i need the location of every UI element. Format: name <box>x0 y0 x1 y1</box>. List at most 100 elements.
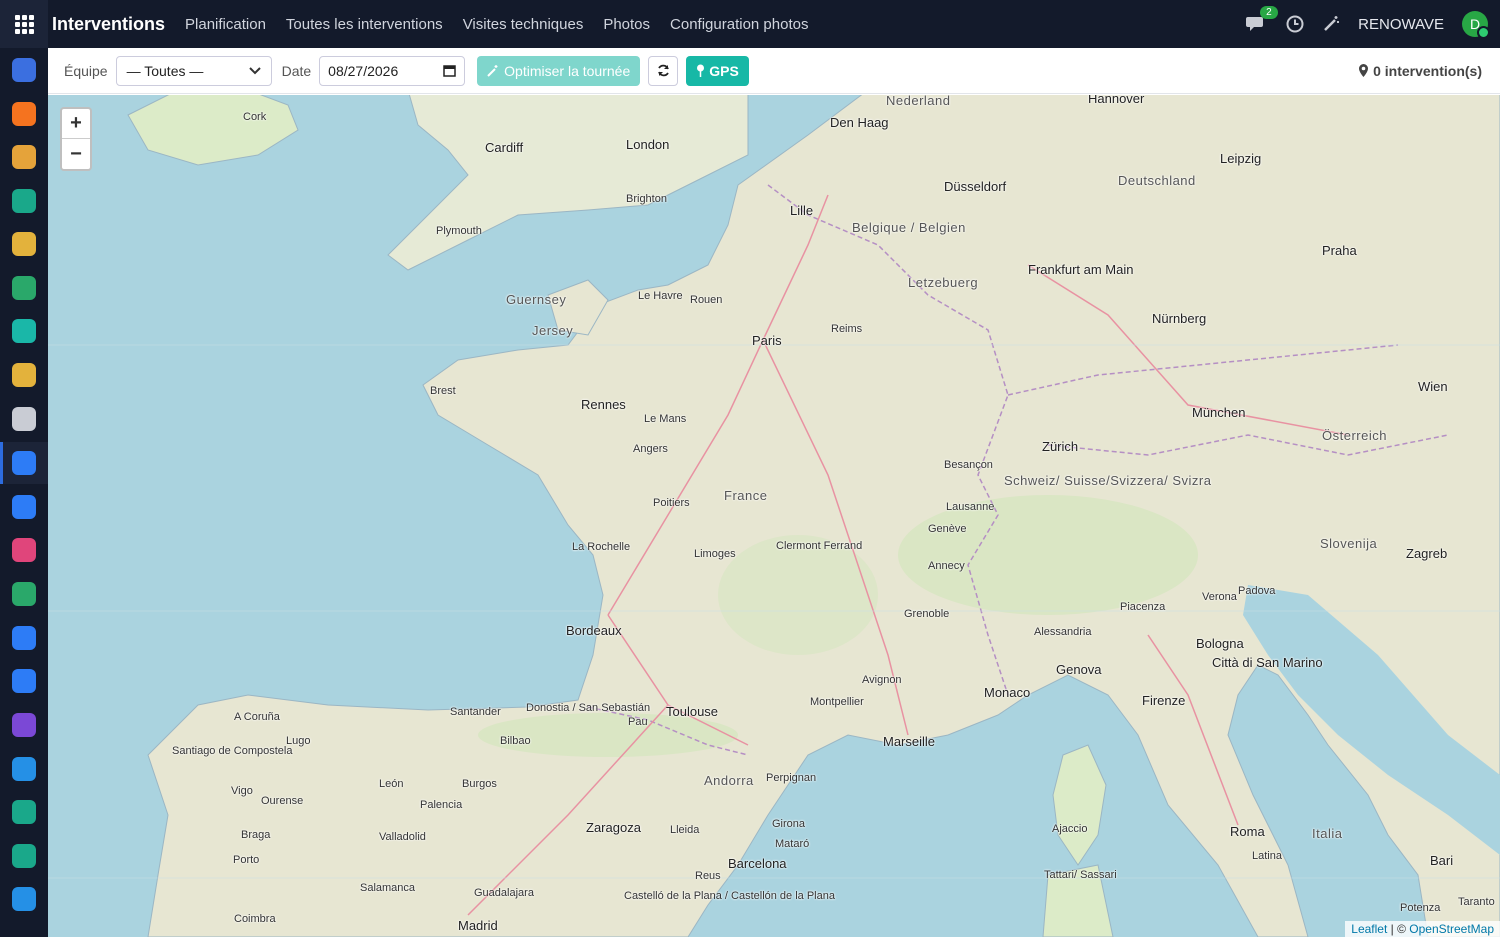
app-icon-2[interactable] <box>12 102 36 126</box>
calendar-icon[interactable] <box>12 495 36 519</box>
map-place-label: Rouen <box>690 294 723 306</box>
map-attribution: Leaflet | © OpenStreetMap <box>1345 921 1500 937</box>
optimize-route-button[interactable]: Optimiser la tournée <box>477 55 641 86</box>
gps-button[interactable]: GPS <box>686 55 749 86</box>
attribution-separator: | © <box>1387 922 1410 936</box>
map-place-label: Düsseldorf <box>944 179 1007 194</box>
map-background <box>48 95 1500 937</box>
map-place-label: Marseille <box>883 734 936 749</box>
map-place-label: Bilbao <box>500 735 531 747</box>
map-place-label: Nederland <box>886 95 951 108</box>
coin-icon[interactable] <box>12 232 36 256</box>
map-place-label: Tattari/ Sassari <box>1044 869 1117 881</box>
dashboard-icon[interactable] <box>12 538 36 562</box>
nav-photos[interactable]: Photos <box>603 16 650 33</box>
map-place-label: Santiago de Compostela <box>172 745 293 757</box>
calendar-31-icon[interactable] <box>12 145 36 169</box>
map-place-label: Potenza <box>1400 902 1441 914</box>
intervention-count-label: 0 intervention(s) <box>1373 62 1482 79</box>
magic-wand-icon[interactable] <box>1322 15 1340 33</box>
magic-wand-icon <box>487 64 498 77</box>
app-title[interactable]: Interventions <box>52 14 165 35</box>
map-place-label: Barcelona <box>728 856 787 871</box>
app-icon-16[interactable] <box>12 713 36 737</box>
app-icon-7[interactable] <box>12 319 36 343</box>
coin-icon-2[interactable] <box>12 363 36 387</box>
map-place-label: Firenze <box>1142 693 1186 708</box>
calendar-picker-icon[interactable] <box>443 64 456 77</box>
app-icon-18[interactable] <box>12 800 36 824</box>
map-place-label: Brighton <box>626 193 667 205</box>
app-icon-20[interactable] <box>12 887 36 911</box>
app-icon-13[interactable] <box>12 582 36 606</box>
map-place-label: Mataró <box>775 838 810 850</box>
map-place-label: Angers <box>633 443 668 455</box>
map-place-label: Bordeaux <box>566 623 622 638</box>
map-place-label: Letzebuerg <box>908 275 979 290</box>
land-great-britain <box>387 95 749 271</box>
zoom-in-button[interactable]: + <box>62 109 90 139</box>
map-place-label: Limoges <box>694 548 736 560</box>
map-place-label: Praha <box>1322 243 1357 258</box>
user-avatar[interactable]: D <box>1462 11 1490 39</box>
intervention-count: 0 intervention(s) <box>1359 63 1482 79</box>
map-place-label: Burgos <box>462 778 497 790</box>
clock-icon[interactable] <box>1286 15 1304 33</box>
map-place-label: Santander <box>450 706 501 718</box>
map-place-label: Zürich <box>1042 439 1079 454</box>
leaflet-link[interactable]: Leaflet <box>1351 922 1387 936</box>
nav-configuration-photos[interactable]: Configuration photos <box>670 16 808 33</box>
map-place-label: Leipzig <box>1220 151 1262 166</box>
map-place-label: Bologna <box>1196 636 1244 651</box>
map-place-label: Palencia <box>420 799 463 811</box>
nav-toutes-interventions[interactable]: Toutes les interventions <box>286 16 443 33</box>
date-input[interactable]: 08/27/2026 <box>319 55 466 86</box>
map-place-label: Padova <box>1238 585 1276 597</box>
map-place-label: Nürnberg <box>1152 311 1207 326</box>
map-place-label: Roma <box>1230 824 1265 839</box>
map-place-label: Plymouth <box>436 225 482 237</box>
interventions-icon[interactable] <box>12 451 36 475</box>
zoom-out-button[interactable]: − <box>62 139 90 169</box>
map-place-label: Cork <box>243 111 267 123</box>
refresh-button[interactable] <box>648 55 679 86</box>
app-icon-15[interactable] <box>12 669 36 693</box>
map-place-label: Pau <box>628 716 648 728</box>
map-place-label: Lleida <box>670 824 700 836</box>
map-place-label: Montpellier <box>810 696 864 708</box>
app-icon-19[interactable] <box>12 844 36 868</box>
map-place-label: Cardiff <box>485 140 524 155</box>
team-select-value: — Toutes — <box>126 62 204 79</box>
team-label: Équipe <box>64 62 108 79</box>
map-place-label: Zaragoza <box>586 820 641 835</box>
openstreetmap-link[interactable]: OpenStreetMap <box>1409 922 1494 936</box>
map-place-label: München <box>1192 405 1246 420</box>
map-place-label: Ourense <box>261 795 304 807</box>
app-icon-1[interactable] <box>12 58 36 82</box>
filter-toolbar: Équipe — Toutes — Date 08/27/2026 Optimi… <box>48 48 1500 94</box>
pen-icon[interactable] <box>12 189 36 213</box>
nav-planification[interactable]: Planification <box>185 16 266 33</box>
map-canvas[interactable]: Cork Cardiff London Nederland Den Haag Hannov… <box>48 95 1500 937</box>
team-select[interactable]: — Toutes — <box>115 55 272 86</box>
contact-icon[interactable] <box>12 276 36 300</box>
map-place-label: Bari <box>1430 853 1454 868</box>
map-place-label: Verona <box>1202 591 1237 603</box>
bank-icon[interactable] <box>12 407 36 431</box>
map-place-label: Slovenija <box>1320 536 1378 551</box>
chat-button[interactable]: 2 <box>1246 6 1278 33</box>
map-place-label: La Rochelle <box>572 541 631 553</box>
calendar-icon-2[interactable] <box>12 626 36 650</box>
map-place-label: Lausanne <box>946 501 995 513</box>
map-place-label: Deutschland <box>1118 173 1196 188</box>
app-icon-17[interactable] <box>12 757 36 781</box>
map-place-label: Porto <box>233 854 260 866</box>
land-corsica <box>1052 744 1107 866</box>
map-place-label: Le Havre <box>638 290 683 302</box>
nav-visites-techniques[interactable]: Visites techniques <box>463 16 584 33</box>
app-grid-button[interactable] <box>0 0 48 48</box>
top-navbar: Interventions Planification Toutes les i… <box>0 0 1500 48</box>
company-name[interactable]: RENOWAVE <box>1358 16 1444 33</box>
map-place-label: Italia <box>1312 826 1343 841</box>
map-place-label: Piacenza <box>1120 601 1166 613</box>
